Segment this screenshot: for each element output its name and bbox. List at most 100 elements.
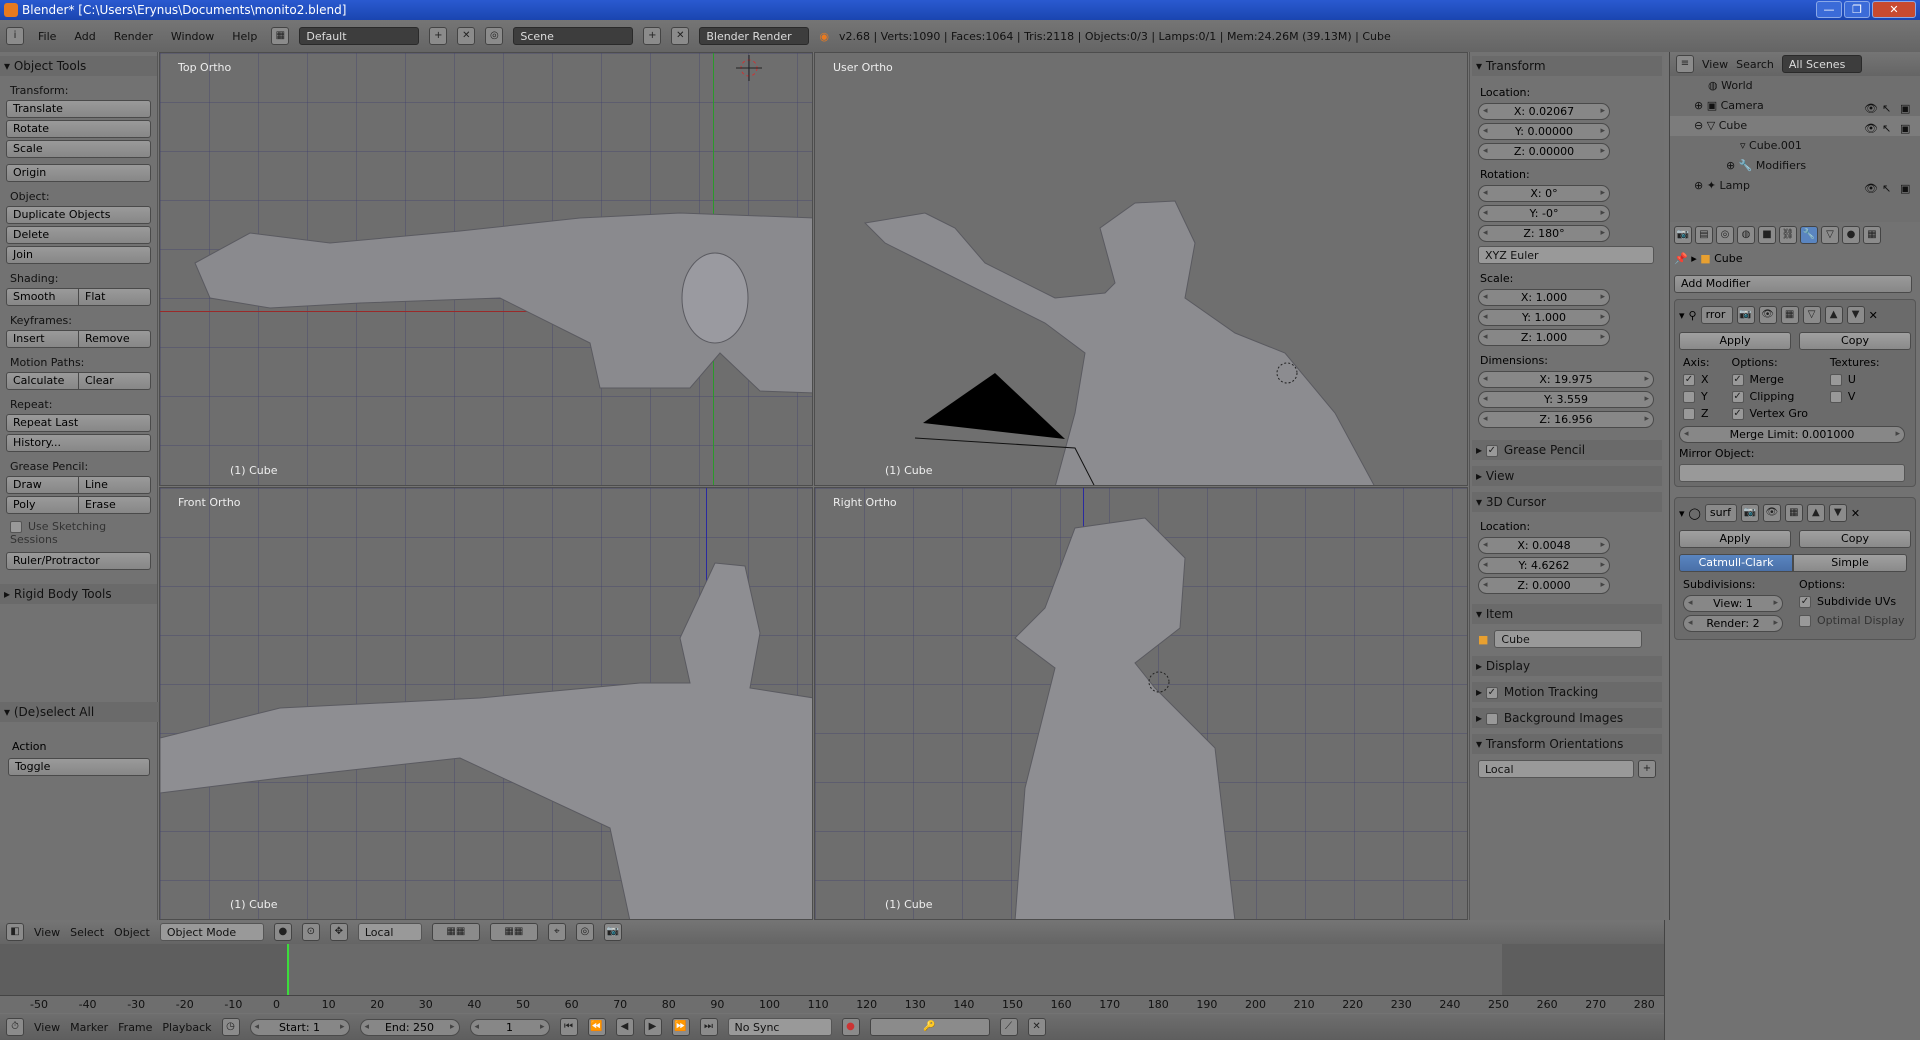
erase-button[interactable]: Erase xyxy=(79,496,151,514)
optimal-display-checkbox[interactable] xyxy=(1799,615,1811,627)
jump-end-icon[interactable]: ⏭ xyxy=(699,1018,718,1036)
menu-render[interactable]: Render xyxy=(110,30,157,43)
dimensions-y-field[interactable]: Y: 3.559 xyxy=(1478,391,1654,408)
play-icon[interactable]: ▶ xyxy=(643,1018,662,1036)
history-button[interactable]: History... xyxy=(6,434,151,452)
remove-scene-icon[interactable]: ✕ xyxy=(671,27,690,45)
subsurf-apply-button[interactable]: Apply xyxy=(1679,530,1791,548)
subsurf-move-down-icon[interactable]: ▼ xyxy=(1828,504,1847,522)
repeat-last-button[interactable]: Repeat Last xyxy=(6,414,151,432)
outliner-scope-select[interactable]: All Scenes xyxy=(1781,55,1862,73)
remove-layout-icon[interactable]: ✕ xyxy=(457,27,476,45)
tex-u-checkbox[interactable] xyxy=(1829,374,1842,386)
subsurf-remove-icon[interactable]: ✕ xyxy=(1851,507,1860,520)
scene-tab-icon[interactable]: ◎ xyxy=(1716,226,1734,244)
outliner-menu-search[interactable]: Search xyxy=(1736,58,1774,71)
cursor-y-field[interactable]: Y: 4.6262 xyxy=(1478,557,1610,574)
manipulator-icon[interactable]: ✥ xyxy=(329,923,348,941)
add-layout-icon[interactable]: + xyxy=(429,27,448,45)
menu-help[interactable]: Help xyxy=(228,30,261,43)
layers-tab-icon[interactable]: ▤ xyxy=(1695,226,1713,244)
viewport-user-ortho[interactable]: User Ortho (1) Cube xyxy=(814,52,1468,486)
cursor-z-field[interactable]: Z: 0.0000 xyxy=(1478,577,1610,594)
keying-set-field[interactable]: 🔑 xyxy=(869,1018,990,1036)
render-tab-icon[interactable]: 📷 xyxy=(1674,226,1692,244)
texture-tab-icon[interactable]: ▦ xyxy=(1863,226,1881,244)
item-panel-header[interactable]: ▾ Item xyxy=(1472,604,1662,624)
scene-icon[interactable]: ◎ xyxy=(485,27,504,45)
origin-button[interactable]: Origin xyxy=(6,164,151,182)
deselect-all-header[interactable]: ▾ (De)select All xyxy=(0,702,163,722)
scale-z-field[interactable]: Z: 1.000 xyxy=(1478,329,1610,346)
mode-select[interactable]: Object Mode xyxy=(159,923,264,941)
outliner-row-world[interactable]: ◍ World xyxy=(1670,76,1920,96)
constraints-tab-icon[interactable]: ⛓ xyxy=(1779,226,1797,244)
merge-limit-field[interactable]: Merge Limit: 0.001000 xyxy=(1679,426,1905,443)
3d-cursor-panel-header[interactable]: ▾ 3D Cursor xyxy=(1472,492,1662,512)
renderable-icon-lamp[interactable]: ▣ xyxy=(1900,179,1912,195)
location-x-field[interactable]: X: 0.02067 xyxy=(1478,103,1610,120)
draw-button[interactable]: Draw xyxy=(6,476,79,494)
remove-keyframe-button[interactable]: Remove xyxy=(79,330,151,348)
vertex-group-checkbox[interactable]: ✓ xyxy=(1731,408,1744,420)
render-toggle-icon[interactable]: 📷 xyxy=(1736,306,1755,324)
item-name-field[interactable]: Cube xyxy=(1494,630,1643,648)
minimize-button[interactable]: — xyxy=(1816,1,1842,18)
subdivide-uvs-checkbox[interactable]: ✓ xyxy=(1799,596,1811,608)
dimensions-x-field[interactable]: X: 19.975 xyxy=(1478,371,1654,388)
view-panel-header[interactable]: ▸ View xyxy=(1472,466,1662,486)
selectable-icon[interactable]: ↖ xyxy=(1882,99,1894,115)
viewport-toggle-icon[interactable]: 👁 xyxy=(1758,306,1777,324)
rotation-mode-select[interactable]: XYZ Euler xyxy=(1478,246,1654,264)
ruler-button[interactable]: Ruler/Protractor xyxy=(6,552,151,570)
subsurf-editmode-toggle-icon[interactable]: ▦ xyxy=(1784,504,1803,522)
renderable-icon[interactable]: ▣ xyxy=(1900,99,1912,115)
mirror-object-field[interactable] xyxy=(1679,464,1905,482)
line-button[interactable]: Line xyxy=(79,476,151,494)
add-modifier-select[interactable]: Add Modifier xyxy=(1674,275,1912,293)
prev-keyframe-icon[interactable]: ⏪ xyxy=(587,1018,606,1036)
transform-panel-header[interactable]: ▾ Transform xyxy=(1472,56,1662,76)
subsurf-copy-button[interactable]: Copy xyxy=(1799,530,1911,548)
merge-checkbox[interactable]: ✓ xyxy=(1731,374,1744,386)
menu-file[interactable]: File xyxy=(34,30,60,43)
join-button[interactable]: Join xyxy=(6,246,151,264)
timeline[interactable]: -50 -40 -30 -20 -10 0 10 20 30 40 50 60 70 80 90 100 110… xyxy=(0,944,1664,1013)
background-images-panel-header[interactable]: ▸ Background Images xyxy=(1472,708,1662,728)
rigid-body-header[interactable]: ▸ Rigid Body Tools xyxy=(0,584,157,604)
render-levels-field[interactable]: Render: 2 xyxy=(1683,615,1783,632)
record-icon[interactable]: ● xyxy=(841,1018,860,1036)
outliner-row-camera[interactable]: ⊕ ▣ Camera 👁 ↖ ▣ xyxy=(1670,96,1920,116)
axis-y-checkbox[interactable] xyxy=(1683,391,1695,403)
timeline-menu-frame[interactable]: Frame xyxy=(118,1021,152,1034)
insert-keyframe-icon[interactable]: ⟋ xyxy=(999,1018,1018,1036)
grease-pencil-checkbox[interactable]: ✓ xyxy=(1485,444,1498,457)
grease-pencil-panel-header[interactable]: ▸ ✓ Grease Pencil xyxy=(1472,440,1662,460)
move-down-icon[interactable]: ▼ xyxy=(1846,306,1865,324)
motion-tracking-checkbox[interactable]: ✓ xyxy=(1485,686,1498,699)
end-frame-field[interactable]: End: 250 xyxy=(359,1018,460,1036)
subsurf-viewport-toggle-icon[interactable]: 👁 xyxy=(1762,504,1781,522)
viewport-shading-icon[interactable]: ● xyxy=(273,923,292,941)
outliner-row-cube[interactable]: ⊖ ▽ Cube 👁 ↖ ▣ xyxy=(1670,116,1920,136)
rotation-z-field[interactable]: Z: 180° xyxy=(1478,225,1610,242)
visibility-icon-lamp[interactable]: 👁 xyxy=(1864,179,1878,195)
editmode-toggle-icon[interactable]: ▦ xyxy=(1780,306,1799,324)
snap-icon[interactable]: ⌖ xyxy=(547,923,566,941)
maximize-button[interactable]: ❐ xyxy=(1844,1,1870,18)
transform-orientations-panel-header[interactable]: ▾ Transform Orientations xyxy=(1472,734,1662,754)
info-editor-icon[interactable]: i xyxy=(6,27,24,45)
remove-modifier-icon[interactable]: ✕ xyxy=(1869,309,1878,322)
current-frame-field[interactable]: 1 xyxy=(469,1018,550,1036)
collapse-icon-subsurf[interactable]: ▾ xyxy=(1679,507,1685,520)
location-y-field[interactable]: Y: 0.00000 xyxy=(1478,123,1610,140)
poly-button[interactable]: Poly xyxy=(6,496,79,514)
scale-x-field[interactable]: X: 1.000 xyxy=(1478,289,1610,306)
view3d-menu-select[interactable]: Select xyxy=(70,926,104,939)
view3d-menu-object[interactable]: Object xyxy=(114,926,150,939)
menu-add[interactable]: Add xyxy=(70,30,99,43)
close-button[interactable]: ✕ xyxy=(1872,1,1916,18)
object-tools-header[interactable]: ▾ Object Tools xyxy=(0,56,157,76)
world-tab-icon[interactable]: ◍ xyxy=(1737,226,1755,244)
layers-grid-icon-2[interactable]: ▦▦ xyxy=(489,923,538,941)
